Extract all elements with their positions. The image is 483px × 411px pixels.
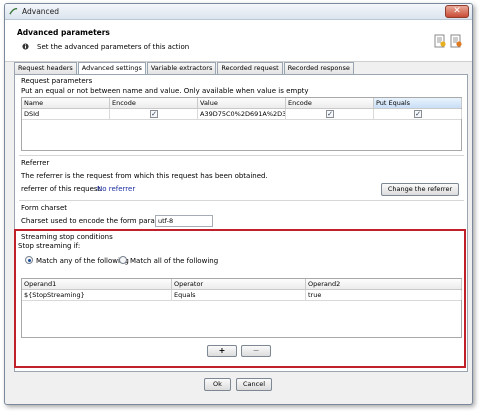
tab-recorded-response[interactable]: Recorded response <box>283 62 354 74</box>
close-button[interactable]: ✕ <box>445 5 469 18</box>
param-name[interactable]: DSId <box>22 109 110 119</box>
param-put-equals-checkbox[interactable]: ✓ <box>414 110 422 118</box>
info-icon <box>22 43 29 50</box>
referrer-value: No referrer <box>97 185 136 193</box>
window-title: Advanced <box>22 7 60 16</box>
charset-input[interactable]: utf-8 <box>155 215 213 227</box>
request-params-table: Name Encode Value Encode Put Equals DSId… <box>21 97 462 151</box>
param-encode2-checkbox[interactable]: ✓ <box>326 110 334 118</box>
dialog-header: Advanced parameters Set the advanced par… <box>5 20 472 62</box>
header-title: Advanced parameters <box>17 28 110 37</box>
col-put-equals[interactable]: Put Equals <box>374 98 462 108</box>
request-params-header: Name Encode Value Encode Put Equals <box>22 98 462 109</box>
tab-recorded-request[interactable]: Recorded request <box>217 62 283 74</box>
param-value[interactable]: A39D75C0%2D691A%2D3... <box>198 109 286 119</box>
tab-variable-extractors[interactable]: Variable extractors <box>146 62 217 74</box>
divider <box>19 155 464 156</box>
col-encode2[interactable]: Encode <box>286 98 374 108</box>
request-params-hint: Put an equal or not between name and val… <box>21 87 309 95</box>
request-params-title: Request parameters <box>21 77 93 85</box>
referrer-description: The referrer is the request from which t… <box>21 172 268 180</box>
change-referrer-button[interactable]: Change the referrer <box>381 183 459 196</box>
app-icon <box>9 7 18 15</box>
param-encode2-cell: ✓ <box>286 109 374 119</box>
tab-strip: Request headers Advanced settings Variab… <box>14 62 355 75</box>
document-info-icon[interactable] <box>450 34 462 48</box>
title-bar: Advanced ✕ <box>5 4 472 20</box>
param-encode1-checkbox[interactable]: ✓ <box>150 110 158 118</box>
referrer-title: Referrer <box>21 159 50 167</box>
document-help-icon[interactable] <box>434 34 446 48</box>
col-value[interactable]: Value <box>198 98 286 108</box>
tab-request-headers[interactable]: Request headers <box>14 62 77 74</box>
cancel-button[interactable]: Cancel <box>236 378 272 391</box>
ok-button[interactable]: Ok <box>204 378 231 391</box>
divider <box>19 200 464 201</box>
param-put-equals-cell: ✓ <box>374 109 462 119</box>
param-encode1-cell: ✓ <box>110 109 198 119</box>
header-subtitle: Set the advanced parameters of this acti… <box>37 43 190 51</box>
col-encode1[interactable]: Encode <box>110 98 198 108</box>
form-charset-title: Form charset <box>21 204 68 212</box>
table-row[interactable]: DSId ✓ A39D75C0%2D691A%2D3... ✓ ✓ <box>22 109 462 120</box>
streaming-highlight-box <box>14 229 466 368</box>
col-name[interactable]: Name <box>22 98 110 108</box>
referrer-label: referrer of this request: <box>21 185 103 193</box>
